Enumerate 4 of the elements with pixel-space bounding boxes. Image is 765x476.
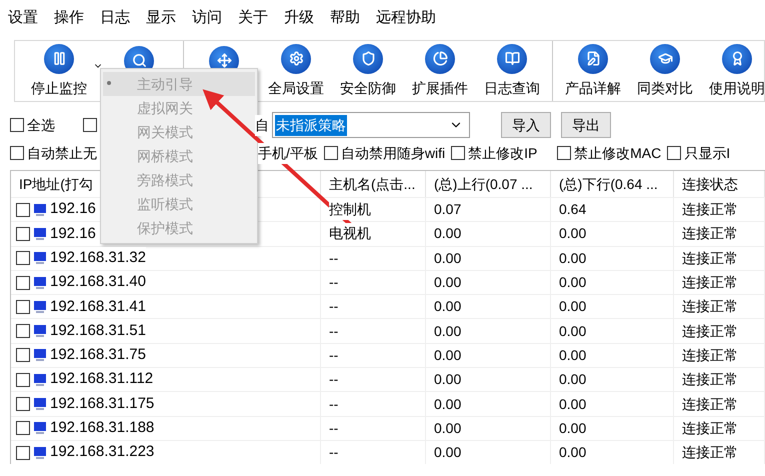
checkbox-label: 全选 [27, 116, 55, 134]
checkbox-label: 手机/平板 [258, 142, 318, 164]
table-cell: 控制机 [329, 199, 371, 220]
policy-label: 自 [255, 114, 269, 136]
